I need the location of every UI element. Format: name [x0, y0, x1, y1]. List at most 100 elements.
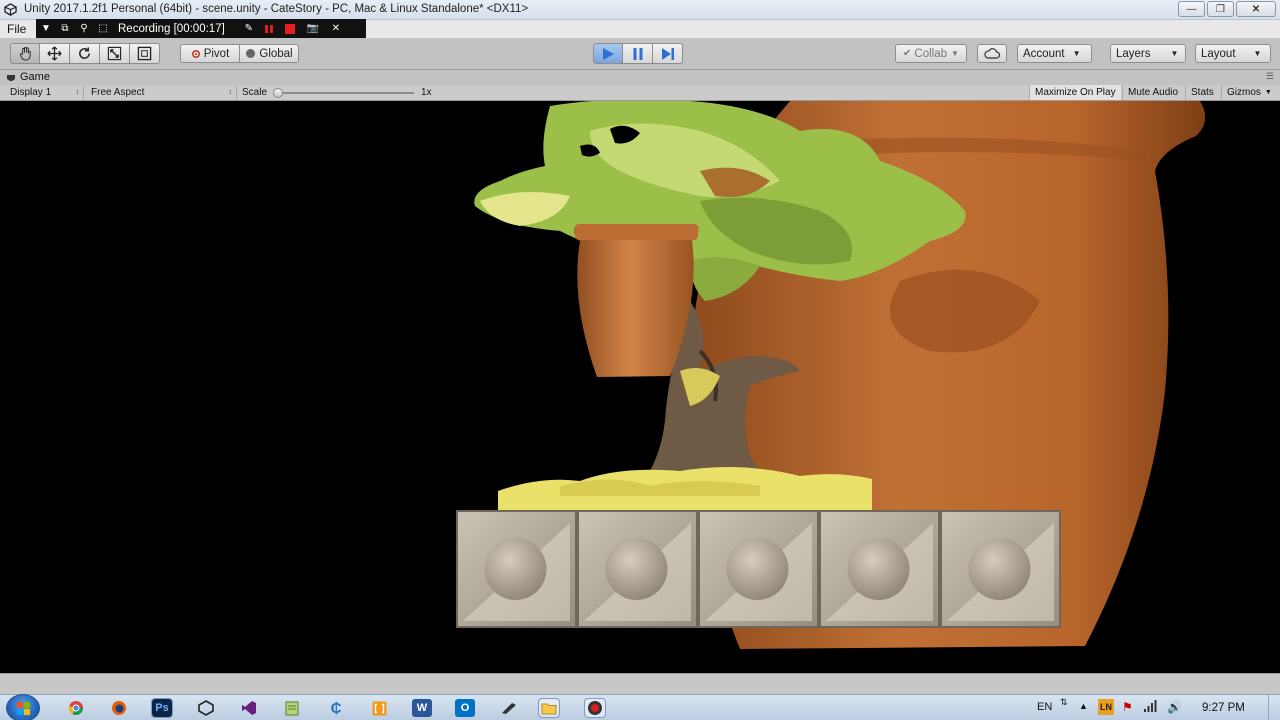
taskbar-recorder[interactable]	[584, 698, 606, 718]
layout-label: Layout	[1201, 47, 1236, 60]
display-dropdown[interactable]: Display 1 ↕	[4, 85, 84, 100]
cloud-icon	[984, 48, 1000, 59]
mute-audio-toggle[interactable]: Mute Audio	[1122, 85, 1183, 100]
caret-down-icon: ▼	[951, 49, 959, 58]
maximize-on-play-toggle[interactable]: Maximize On Play	[1029, 85, 1121, 100]
play-button[interactable]	[593, 43, 623, 64]
action-center-icon[interactable]: ⚑	[1122, 700, 1133, 714]
volume-icon[interactable]: 🔊	[1167, 700, 1182, 714]
rotate-tool-button[interactable]	[70, 43, 100, 64]
game-tab-bar: Game ☰	[0, 70, 1280, 85]
stats-label: Stats	[1191, 87, 1214, 98]
taskbar-chrome[interactable]	[66, 699, 86, 717]
taskbar-visual-studio[interactable]	[239, 699, 259, 717]
tray-app-icon[interactable]: LN	[1098, 699, 1114, 715]
magnifier-icon: ⚲	[80, 23, 88, 34]
maximize-on-play-label: Maximize On Play	[1035, 87, 1116, 98]
collab-check-icon: ✔	[903, 48, 912, 59]
display-label: Display 1	[10, 87, 52, 98]
unity-toolbar: Pivot Global ✔ Collab ▼ Account ▼ Layers…	[0, 38, 1280, 70]
recording-zoom-button[interactable]: ⚲	[74, 19, 94, 38]
move-tool-button[interactable]	[40, 43, 70, 64]
pencil-icon: ✎	[244, 23, 253, 34]
gizmos-dropdown[interactable]: Gizmos ▼	[1221, 85, 1279, 100]
move-arrows-icon	[47, 46, 62, 61]
mute-audio-label: Mute Audio	[1128, 87, 1179, 98]
scale-label: Scale	[242, 87, 268, 98]
caret-down-icon: ▼	[1253, 49, 1262, 58]
recorder-icon	[588, 701, 602, 715]
taskbar-photoshop[interactable]: Ps	[151, 698, 173, 718]
tab-game[interactable]: Game	[6, 71, 50, 83]
recording-close-button[interactable]: ✕	[325, 19, 347, 38]
minimize-button[interactable]: —	[1178, 1, 1205, 17]
recording-region-button[interactable]: ⬚	[94, 19, 112, 38]
stone-tile	[456, 510, 577, 628]
small-pot-rim	[575, 224, 698, 240]
scale-value: 1x	[421, 87, 432, 98]
scale-slider-thumb[interactable]	[273, 88, 283, 98]
show-hidden-icons-icon[interactable]: ▲	[1079, 701, 1088, 711]
chrome-icon	[68, 701, 83, 715]
hand-icon	[19, 46, 31, 61]
layout-dropdown[interactable]: Layout ▼	[1195, 44, 1271, 63]
language-indicator[interactable]: EN	[1037, 701, 1052, 713]
hand-tool-button[interactable]	[10, 43, 40, 64]
recording-menu-button[interactable]: ▼	[36, 19, 56, 38]
taskbar-firefox[interactable]	[109, 699, 129, 717]
network-icon[interactable]	[1143, 699, 1157, 716]
show-desktop-button[interactable]	[1268, 695, 1280, 720]
scale-slider-track[interactable]	[280, 92, 414, 94]
photoshop-icon: Ps	[155, 702, 169, 714]
taskbar-explorer[interactable]	[538, 698, 560, 718]
collab-dropdown[interactable]: ✔ Collab ▼	[895, 44, 967, 63]
windows-logo-icon	[17, 702, 30, 715]
pause-icon	[633, 47, 642, 60]
scale-tool-button[interactable]	[100, 43, 130, 64]
editor-status-bar	[0, 673, 1280, 694]
game-viewport[interactable]	[0, 101, 1280, 673]
region-icon: ⬚	[98, 23, 108, 34]
cloud-button[interactable]	[977, 44, 1007, 63]
recording-window-button[interactable]: ⧉	[56, 19, 74, 38]
restore-icon: ❐	[1216, 3, 1225, 15]
taskbar-notepad[interactable]	[282, 699, 302, 717]
stats-toggle[interactable]: Stats	[1185, 85, 1219, 100]
recording-draw-button[interactable]: ✎	[239, 19, 259, 38]
aspect-dropdown[interactable]: Free Aspect ↕	[85, 85, 237, 100]
close-window-button[interactable]: ✕	[1236, 1, 1276, 17]
restore-button[interactable]: ❐	[1207, 1, 1234, 17]
close-icon: ✕	[1251, 3, 1261, 15]
layers-dropdown[interactable]: Layers ▼	[1110, 44, 1186, 63]
globe-icon	[246, 49, 256, 58]
game-view-toolbar: Display 1 ↕ Free Aspect ↕ Scale 1x Maxim…	[0, 85, 1280, 101]
edge-icon: ₵	[330, 699, 342, 717]
taskbar-word[interactable]: W	[412, 699, 432, 717]
account-dropdown[interactable]: Account ▼	[1017, 44, 1092, 63]
taskbar-outlook[interactable]: O	[455, 699, 475, 717]
taskbar-pen-tool[interactable]	[499, 699, 519, 717]
recording-toolbar: ▼ ⧉ ⚲ ⬚ Recording [00:00:17] ✎ 📷 ✕	[36, 19, 366, 38]
caret-down-icon: ▼	[1264, 89, 1272, 96]
recording-screenshot-button[interactable]: 📷	[301, 19, 325, 38]
taskbar-brackets[interactable]	[369, 699, 389, 717]
tab-menu-icon[interactable]: ☰	[1266, 71, 1274, 82]
caret-down-icon: ▼	[1170, 49, 1179, 58]
visual-studio-icon	[242, 701, 256, 715]
taskbar-unity[interactable]	[196, 699, 216, 717]
step-button[interactable]	[653, 43, 683, 64]
recording-pause-button[interactable]	[259, 19, 279, 38]
global-toggle[interactable]: Global	[239, 44, 299, 63]
pivot-toggle[interactable]: Pivot	[180, 44, 240, 63]
stop-record-icon	[284, 23, 295, 34]
menu-file[interactable]: File	[7, 22, 26, 36]
taskbar-edge[interactable]: ₵	[326, 699, 346, 717]
pause-button[interactable]	[623, 43, 653, 64]
account-label: Account	[1023, 47, 1065, 60]
recording-stop-button[interactable]	[279, 19, 301, 38]
rect-tool-button[interactable]	[130, 43, 160, 64]
input-settings-icon[interactable]: ⇅	[1060, 697, 1068, 708]
taskbar-clock[interactable]: 9:27 PM	[1202, 702, 1245, 714]
start-button[interactable]	[6, 694, 40, 720]
window-title: Unity 2017.1.2f1 Personal (64bit) - scen…	[24, 3, 529, 15]
